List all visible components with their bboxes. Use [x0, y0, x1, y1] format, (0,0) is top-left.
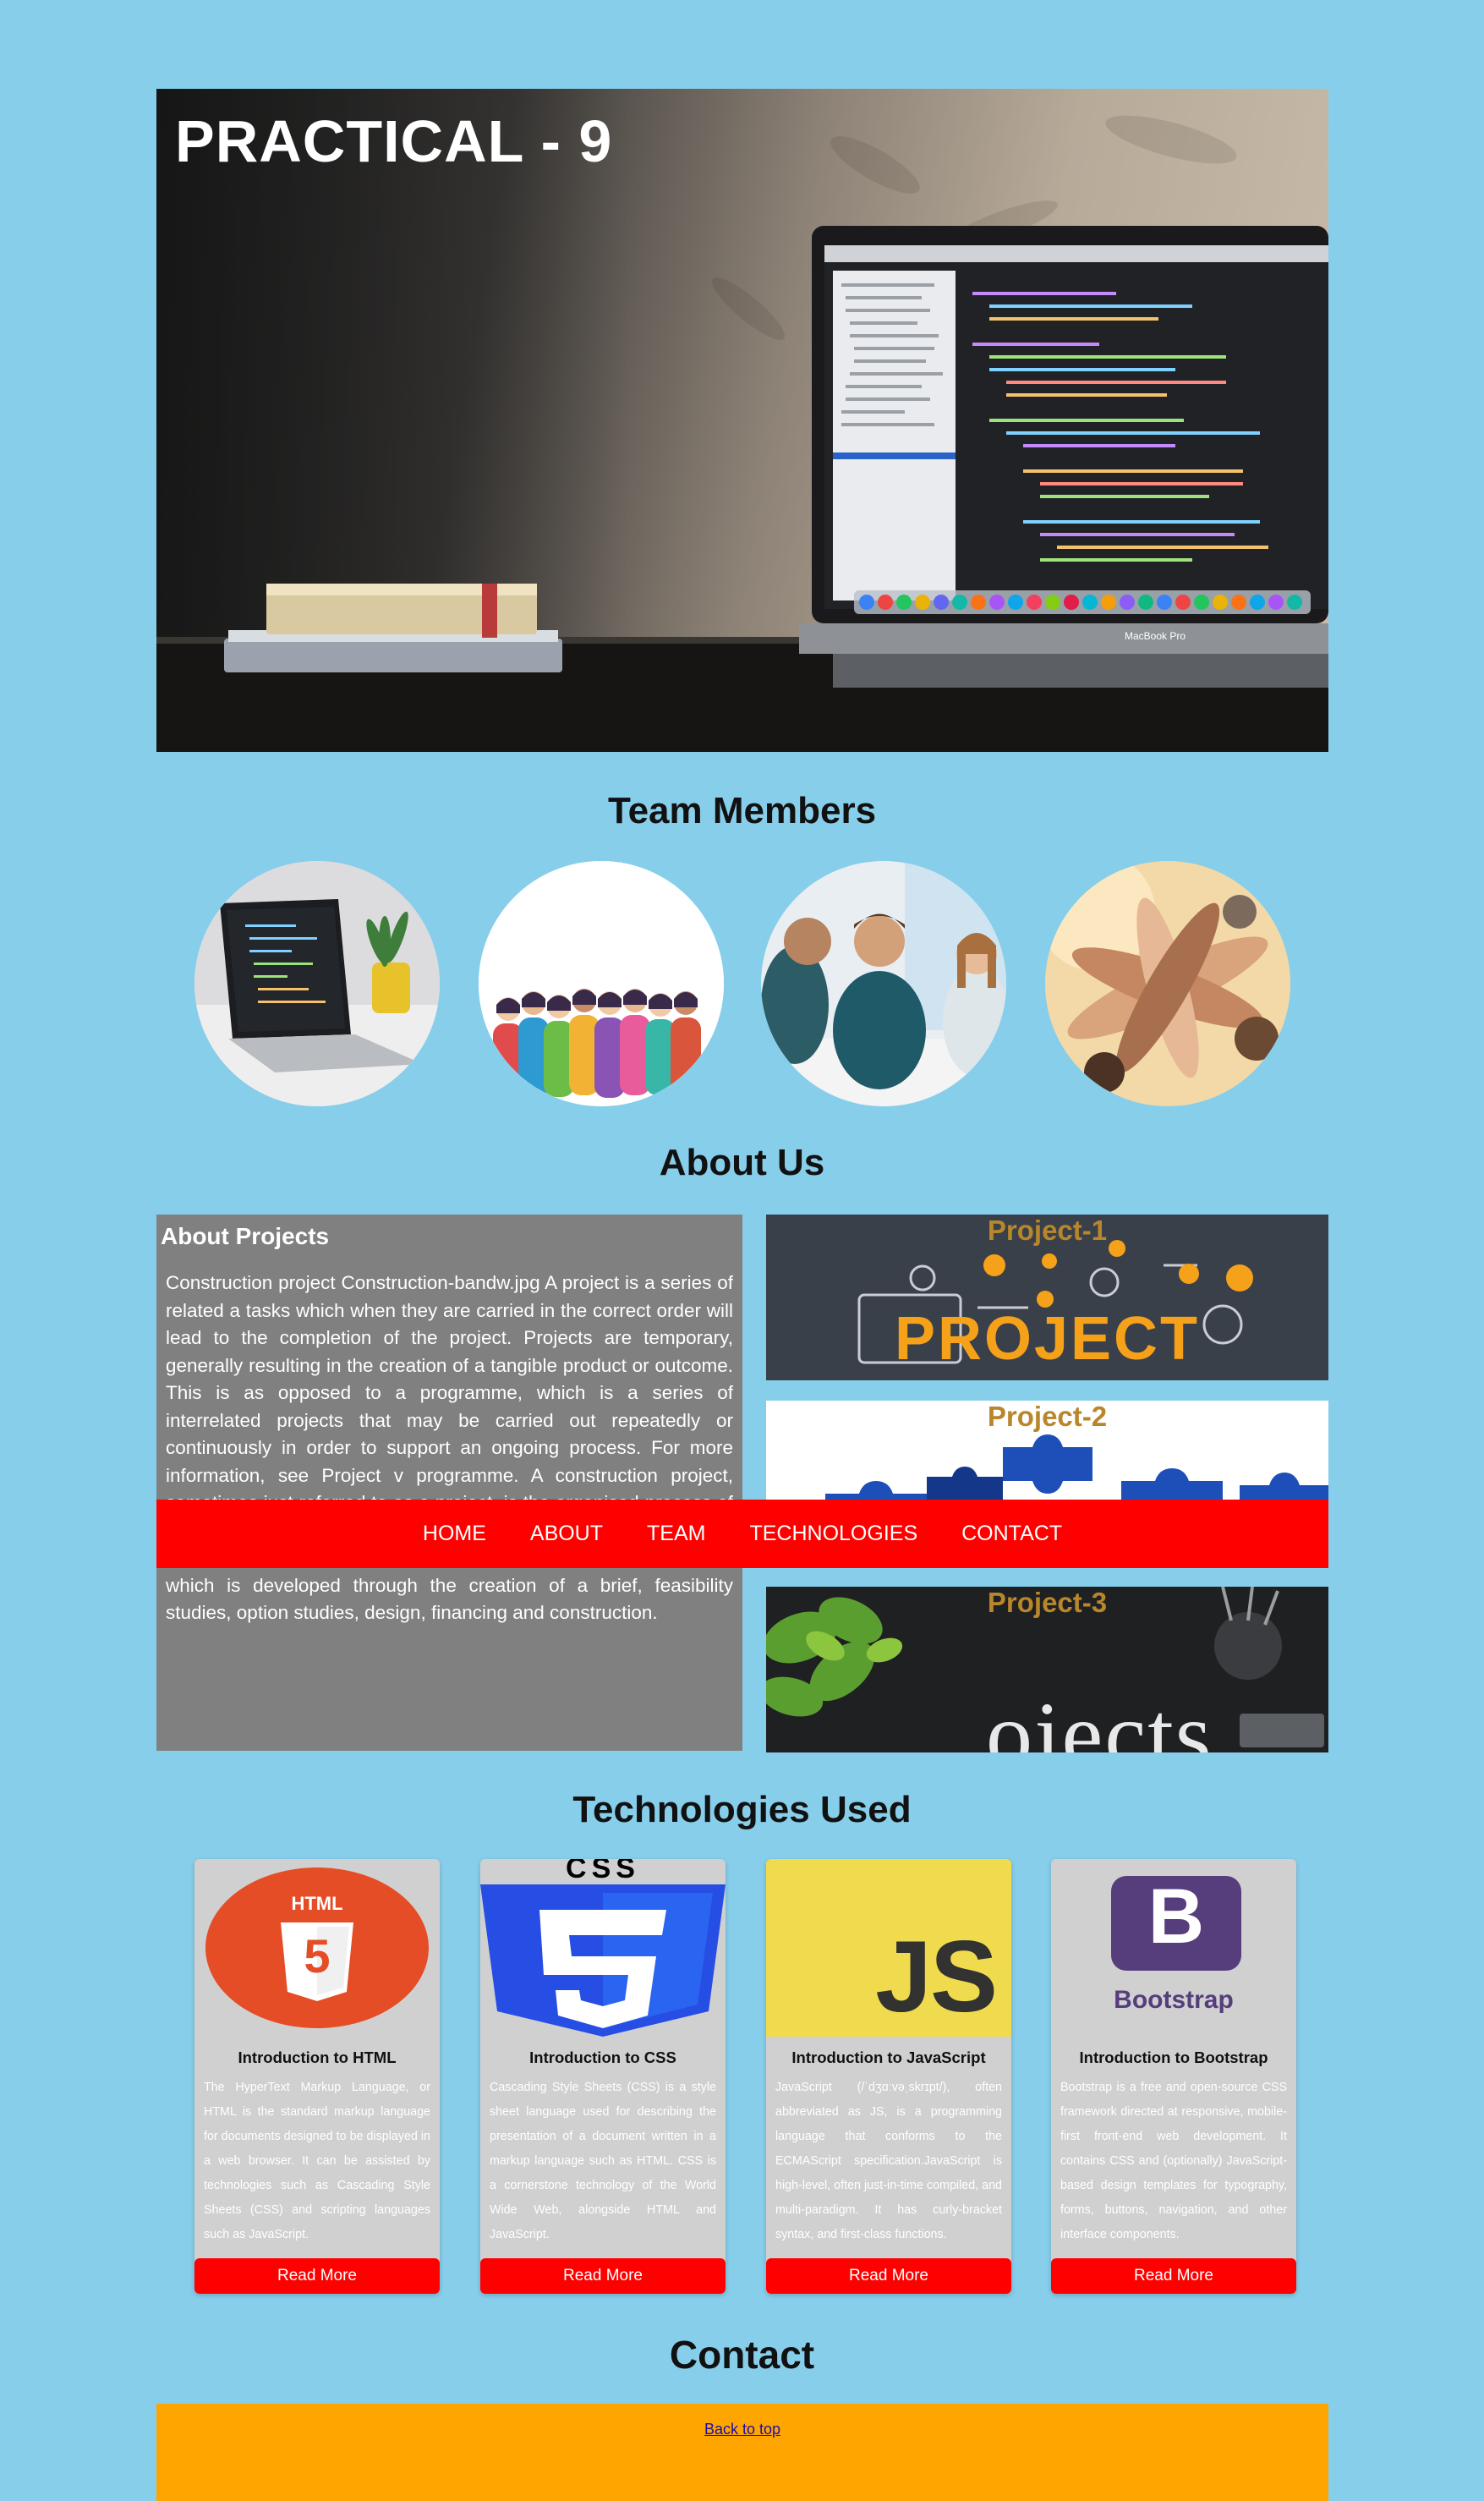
laptop-photo — [194, 861, 440, 1106]
footer: Back to top — [156, 2404, 1328, 2501]
about-panel-text: Construction project Construction-bandw.… — [166, 1272, 733, 1623]
bootstrap-logo-word: Bootstrap — [1114, 1986, 1234, 2014]
bootstrap-logo: B Bootstrap — [1051, 1859, 1296, 2037]
tech-card-text: JavaScript (/ˈdʒɑːvəˌskrɪpt/), often abb… — [775, 2081, 1002, 2241]
read-more-button[interactable]: Read More — [1051, 2258, 1296, 2294]
nav-home[interactable]: HOME — [423, 1522, 486, 1546]
tech-card-css: CSS Introduction to CSS Cascading Style … — [480, 1859, 726, 2294]
css3-icon — [480, 1884, 726, 2037]
project-2-title: Project-2 — [987, 1401, 1108, 1432]
tech-card-title: Introduction to Bootstrap — [1079, 2049, 1268, 2066]
nav-about[interactable]: ABOUT — [530, 1522, 603, 1546]
project-card-1: PROJECT Project-1 — [766, 1215, 1328, 1380]
hero-banner: MacBook Pro PRACTICAL - 9 — [156, 89, 1328, 752]
nav-contact[interactable]: CONTACT — [961, 1522, 1062, 1546]
page-title: PRACTICAL - 9 — [175, 108, 613, 174]
tech-card-html: HTML 5 Introduction to HTML The HyperTex… — [194, 1859, 440, 2294]
read-more-button[interactable]: Read More — [766, 2258, 1011, 2294]
tech-card-text: Cascading Style Sheets (CSS) is a style … — [490, 2081, 716, 2241]
bootstrap-logo-letter: B — [1147, 1873, 1205, 1960]
css-logo: CSS — [480, 1859, 726, 2037]
html-logo: HTML 5 — [194, 1859, 440, 2037]
nav-technologies[interactable]: TECHNOLOGIES — [749, 1522, 917, 1546]
project-1-image-word: PROJECT — [894, 1305, 1201, 1373]
tech-card-title: Introduction to JavaScript — [791, 2049, 986, 2066]
nav-team[interactable]: TEAM — [647, 1522, 705, 1546]
hands-together-photo — [1045, 861, 1290, 1106]
laptop-brand-label: MacBook Pro — [1125, 630, 1186, 642]
contact-heading: Contact — [669, 2333, 815, 2377]
about-heading: About Us — [659, 1142, 825, 1183]
about-projects-panel: About Projects Construction project Cons… — [156, 1215, 742, 1751]
project-card-3: ojects Project-3 — [766, 1587, 1328, 1752]
project-3-title: Project-3 — [987, 1587, 1108, 1618]
project-3-image-word: ojects — [986, 1683, 1213, 1752]
back-to-top-link[interactable]: Back to top — [156, 2421, 1328, 2438]
team-member-1 — [194, 861, 440, 1106]
tech-card-javascript: JS Introduction to JavaScript JavaScript… — [766, 1859, 1011, 2294]
html-logo-text: HTML — [291, 1893, 343, 1914]
about-panel-title: About Projects — [161, 1223, 330, 1249]
technologies-heading: Technologies Used — [572, 1789, 912, 1830]
book-stack — [224, 584, 562, 672]
tech-card-title: Introduction to CSS — [529, 2049, 676, 2066]
office-meeting-photo — [761, 861, 1006, 1106]
laptop-illustration — [799, 226, 1328, 688]
main-navbar: HOME ABOUT TEAM TECHNOLOGIES CONTACT — [156, 1500, 1328, 1568]
project-1-title: Project-1 — [987, 1215, 1108, 1246]
tech-card-bootstrap: B Bootstrap Introduction to Bootstrap Bo… — [1051, 1859, 1296, 2294]
tech-card-text: Bootstrap is a free and open-source CSS … — [1060, 2081, 1287, 2241]
read-more-button[interactable]: Read More — [480, 2258, 726, 2294]
tech-card-text: The HyperText Markup Language, or HTML i… — [204, 2081, 430, 2241]
team-heading: Team Members — [607, 790, 877, 831]
team-member-3 — [761, 861, 1006, 1106]
hero-photo — [156, 115, 1328, 752]
team-member-4 — [1045, 861, 1290, 1106]
css-logo-text: CSS — [566, 1859, 640, 1884]
tech-card-title: Introduction to HTML — [238, 2049, 397, 2066]
crowd-illustration — [479, 861, 724, 1106]
read-more-button[interactable]: Read More — [194, 2258, 440, 2294]
javascript-logo: JS — [766, 1859, 1011, 2037]
team-member-2 — [479, 861, 724, 1106]
js-logo-text: JS — [875, 1920, 998, 2033]
html-logo-number: 5 — [304, 1929, 331, 1983]
